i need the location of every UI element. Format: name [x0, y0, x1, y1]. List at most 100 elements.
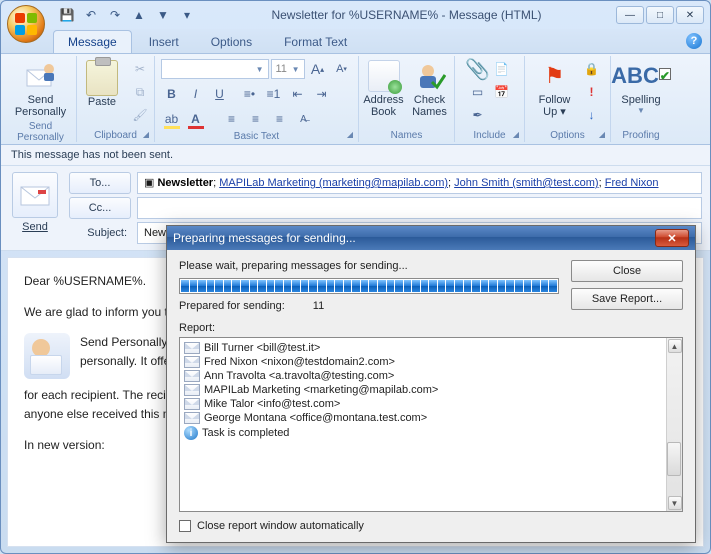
- group-proofing: ABC✔ Spelling ▼ Proofing: [611, 56, 671, 142]
- office-button[interactable]: [7, 5, 45, 43]
- dialog-launcher-icon[interactable]: ◢: [344, 128, 356, 140]
- dialog-launcher-icon[interactable]: ◢: [140, 128, 152, 140]
- calendar-button[interactable]: 📅: [491, 81, 513, 103]
- grow-font-button[interactable]: A▴: [307, 58, 329, 80]
- task-complete-text: Task is completed: [202, 427, 289, 439]
- high-importance-button[interactable]: !: [581, 81, 603, 103]
- cc-button[interactable]: Cc...: [69, 197, 131, 219]
- font-size-combo[interactable]: 11▼: [271, 59, 305, 79]
- report-line: Mike Talor <info@test.com>: [184, 397, 678, 411]
- qat-save-icon[interactable]: 💾: [57, 5, 77, 25]
- cc-field[interactable]: [137, 197, 702, 219]
- dialog-close-button[interactable]: ✕: [655, 229, 689, 247]
- clipboard-icon: [86, 60, 118, 96]
- to-field[interactable]: ▣ Newsletter; MAPILab Marketing (marketi…: [137, 172, 702, 194]
- tab-format-text[interactable]: Format Text: [269, 30, 362, 53]
- attach-item-button[interactable]: 📄: [491, 58, 513, 80]
- group-label: Names: [365, 129, 448, 142]
- copy-button[interactable]: ⧉: [129, 81, 151, 103]
- report-task-complete: i Task is completed: [184, 425, 678, 441]
- group-clipboard: Paste ✂ ⧉ 🖌 Clipboard ◢: [77, 56, 155, 142]
- mail-icon: [184, 412, 200, 424]
- numbering-button[interactable]: ≡1: [263, 83, 285, 105]
- mail-icon: [184, 384, 200, 396]
- align-right-button[interactable]: ≡: [269, 108, 291, 130]
- send-personally-button[interactable]: SendPersonally: [17, 58, 65, 120]
- dialog-close-btn[interactable]: Close: [571, 260, 683, 282]
- dialog-launcher-icon[interactable]: ◢: [596, 128, 608, 140]
- check-names-label: CheckNames: [412, 94, 447, 118]
- attach-file-button[interactable]: 📎: [467, 58, 489, 80]
- save-report-button[interactable]: Save Report...: [571, 288, 683, 310]
- ribbon-tabstrip: Message Insert Options Format Text: [1, 29, 710, 53]
- qat-undo-icon[interactable]: ↶: [81, 5, 101, 25]
- align-left-button[interactable]: ≡: [221, 108, 243, 130]
- info-bar: This message has not been sent.: [1, 145, 710, 166]
- format-painter-button[interactable]: 🖌: [129, 104, 151, 126]
- report-list[interactable]: Bill Turner <bill@test.it>Fred Nixon <ni…: [179, 337, 683, 512]
- help-icon[interactable]: ?: [686, 33, 702, 49]
- spellcheck-icon: ABC✔: [625, 60, 657, 92]
- scrollbar[interactable]: ▲ ▼: [666, 338, 682, 511]
- flag-icon: ⚑: [539, 60, 571, 92]
- report-label: Report:: [179, 322, 683, 334]
- underline-button[interactable]: U: [209, 83, 231, 105]
- dialog-launcher-icon[interactable]: ◢: [510, 128, 522, 140]
- bold-button[interactable]: B: [161, 83, 183, 105]
- dialog-wait-text: Please wait, preparing messages for send…: [179, 260, 559, 272]
- scroll-down-icon[interactable]: ▼: [668, 496, 682, 510]
- to-button[interactable]: To...: [69, 172, 131, 194]
- group-basic-text: ▼ 11▼ A▴ A▾ B I U ≡• ≡1: [155, 56, 359, 142]
- shrink-font-button[interactable]: A▾: [331, 58, 353, 80]
- qat-next-icon[interactable]: ▼: [153, 5, 173, 25]
- clear-format-button[interactable]: A̶: [293, 108, 315, 130]
- business-card-button[interactable]: ▭: [467, 81, 489, 103]
- font-size-value: 11: [276, 63, 287, 75]
- progress-dialog: Preparing messages for sending... ✕ Plea…: [166, 225, 696, 543]
- font-name-combo[interactable]: ▼: [161, 59, 269, 79]
- send-personally-label: SendPersonally: [15, 94, 66, 118]
- font-color-button[interactable]: A: [185, 108, 207, 130]
- report-line-text: Bill Turner <bill@test.it>: [204, 342, 320, 354]
- address-book-icon: [368, 60, 400, 92]
- qat-prev-icon[interactable]: ▲: [129, 5, 149, 25]
- progress-bar: [179, 278, 559, 294]
- check-names-button[interactable]: CheckNames: [408, 58, 452, 120]
- indent-button[interactable]: ⇥: [311, 83, 333, 105]
- envelope-icon: [20, 184, 50, 206]
- auto-close-checkbox[interactable]: [179, 520, 191, 532]
- bullets-button[interactable]: ≡•: [239, 83, 261, 105]
- low-importance-button[interactable]: ↓: [581, 104, 603, 126]
- info-icon: i: [184, 426, 198, 440]
- dialog-titlebar[interactable]: Preparing messages for sending... ✕: [167, 226, 695, 250]
- align-center-button[interactable]: ≡: [245, 108, 267, 130]
- minimize-button[interactable]: —: [616, 6, 644, 24]
- mail-icon: [184, 370, 200, 382]
- maximize-button[interactable]: □: [646, 6, 674, 24]
- follow-up-button[interactable]: ⚑ FollowUp ▾: [533, 58, 577, 120]
- permission-button[interactable]: 🔒: [581, 58, 603, 80]
- scroll-thumb[interactable]: [667, 442, 681, 476]
- outdent-button[interactable]: ⇤: [287, 83, 309, 105]
- qat-redo-icon[interactable]: ↷: [105, 5, 125, 25]
- tab-insert[interactable]: Insert: [134, 30, 194, 53]
- prepared-count: 11: [313, 300, 324, 312]
- auto-close-label: Close report window automatically: [197, 520, 364, 532]
- close-button[interactable]: ✕: [676, 6, 704, 24]
- qat-customize-icon[interactable]: ▾: [177, 5, 197, 25]
- scroll-up-icon[interactable]: ▲: [668, 339, 682, 353]
- group-label: Proofing: [617, 129, 665, 142]
- report-line: MAPILab Marketing <marketing@mapilab.com…: [184, 383, 678, 397]
- tab-message[interactable]: Message: [53, 30, 132, 53]
- spelling-button[interactable]: ABC✔ Spelling ▼: [619, 58, 663, 117]
- quick-access-toolbar: 💾 ↶ ↷ ▲ ▼ ▾: [57, 5, 197, 25]
- group-label: Send Personally: [11, 120, 70, 144]
- italic-button[interactable]: I: [185, 83, 207, 105]
- tab-options[interactable]: Options: [196, 30, 267, 53]
- cut-button[interactable]: ✂: [129, 58, 151, 80]
- paste-button[interactable]: Paste: [80, 58, 124, 110]
- send-button[interactable]: [12, 172, 58, 218]
- highlight-button[interactable]: ab: [161, 108, 183, 130]
- address-book-button[interactable]: AddressBook: [362, 58, 406, 120]
- signature-button[interactable]: ✒: [467, 104, 489, 126]
